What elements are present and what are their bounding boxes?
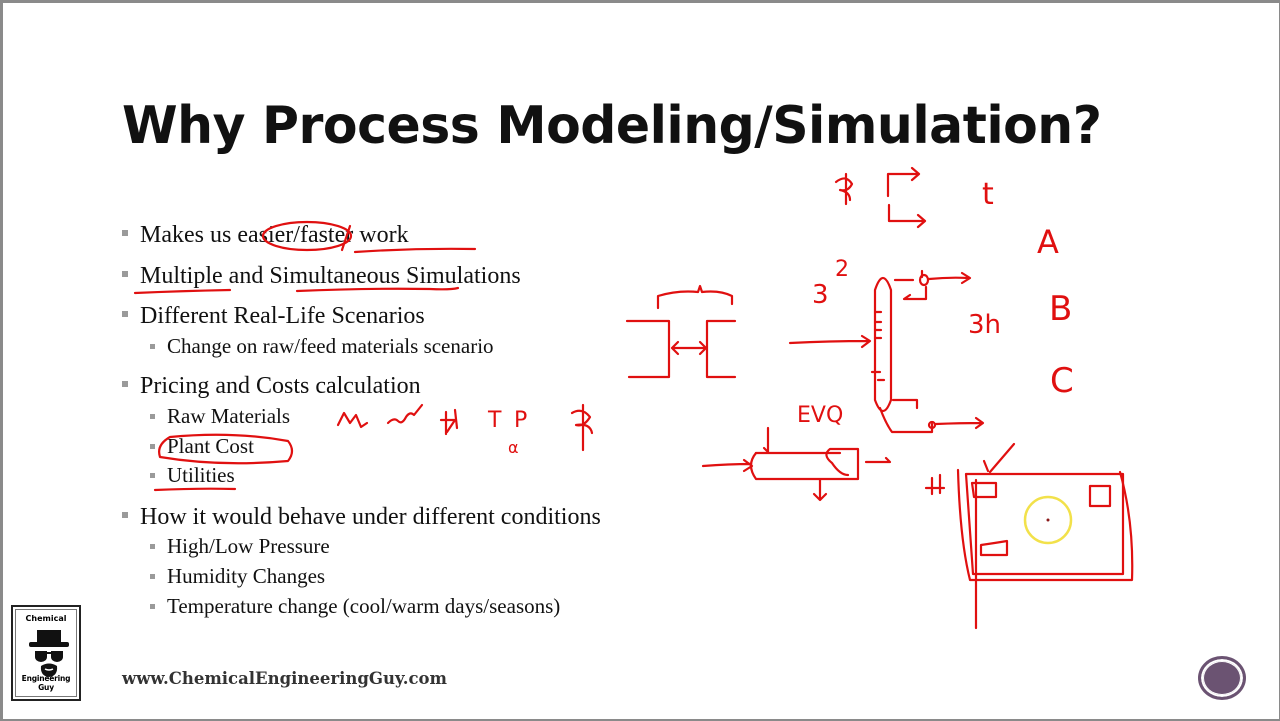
- bullet-marker: [150, 443, 155, 449]
- bullet-text: Utilities: [167, 463, 235, 487]
- bullet-text: Multiple and Simultaneous Simulations: [140, 263, 521, 289]
- bullet-text: Humidity Changes: [167, 564, 326, 588]
- bullet-item: Makes us easier/faster work: [122, 222, 409, 249]
- bullet-marker: [150, 343, 155, 349]
- bullet-marker: [122, 271, 128, 278]
- bullet-marker: [122, 311, 128, 318]
- bullet-marker: [150, 413, 155, 419]
- bullet-text: Temperature change (cool/warm days/seaso…: [167, 594, 561, 618]
- bullet-marker: [150, 573, 155, 579]
- bullet-item: Multiple and Simultaneous Simulations: [122, 263, 521, 290]
- bullet-marker: [122, 512, 128, 519]
- slide-nav-button[interactable]: [1199, 657, 1245, 699]
- bullet-text: High/Low Pressure: [167, 534, 330, 558]
- bullet-text: Raw Materials: [167, 404, 291, 428]
- bullet-marker: [122, 230, 128, 237]
- slide-title: Why Process Modeling/Simulation?: [122, 96, 1102, 156]
- bullet-text: How it would behave under different cond…: [140, 504, 601, 530]
- chemical-engineering-guy-logo: Chemical Engineering Guy: [11, 605, 81, 701]
- bullet-text: Different Real-Life Scenarios: [140, 303, 425, 329]
- bullet-item: Different Real-Life Scenarios: [122, 303, 425, 330]
- bullet-text: Change on raw/feed materials scenario: [167, 334, 494, 358]
- sub-bullet-item: Temperature change (cool/warm days/seaso…: [150, 594, 560, 619]
- bullet-marker: [150, 603, 155, 609]
- logo-frame: Chemical Engineering Guy: [15, 609, 77, 697]
- logo-top-text: Chemical: [25, 614, 67, 623]
- sub-bullet-item: Utilities: [150, 463, 235, 488]
- bullet-text: Makes us easier/faster work: [140, 222, 409, 248]
- bullet-marker: [150, 543, 155, 549]
- bullet-item: How it would behave under different cond…: [122, 504, 601, 531]
- website-link[interactable]: www.ChemicalEngineeringGuy.com: [122, 669, 447, 688]
- sub-bullet-item: Raw Materials: [150, 404, 290, 429]
- bullet-marker: [150, 472, 155, 478]
- sub-bullet-item: Humidity Changes: [150, 564, 325, 589]
- bullet-text: Plant Cost: [167, 434, 254, 458]
- bullet-item: Pricing and Costs calculation: [122, 373, 421, 400]
- sub-bullet-item: Change on raw/feed materials scenario: [150, 334, 494, 359]
- sub-bullet-item: High/Low Pressure: [150, 534, 330, 559]
- bullet-marker: [122, 381, 128, 388]
- hat-sunglasses-beard-icon: [29, 630, 69, 677]
- sub-bullet-item: Plant Cost: [150, 434, 254, 459]
- logo-bottom-text: Engineering Guy: [21, 674, 71, 692]
- bullet-text: Pricing and Costs calculation: [140, 373, 421, 399]
